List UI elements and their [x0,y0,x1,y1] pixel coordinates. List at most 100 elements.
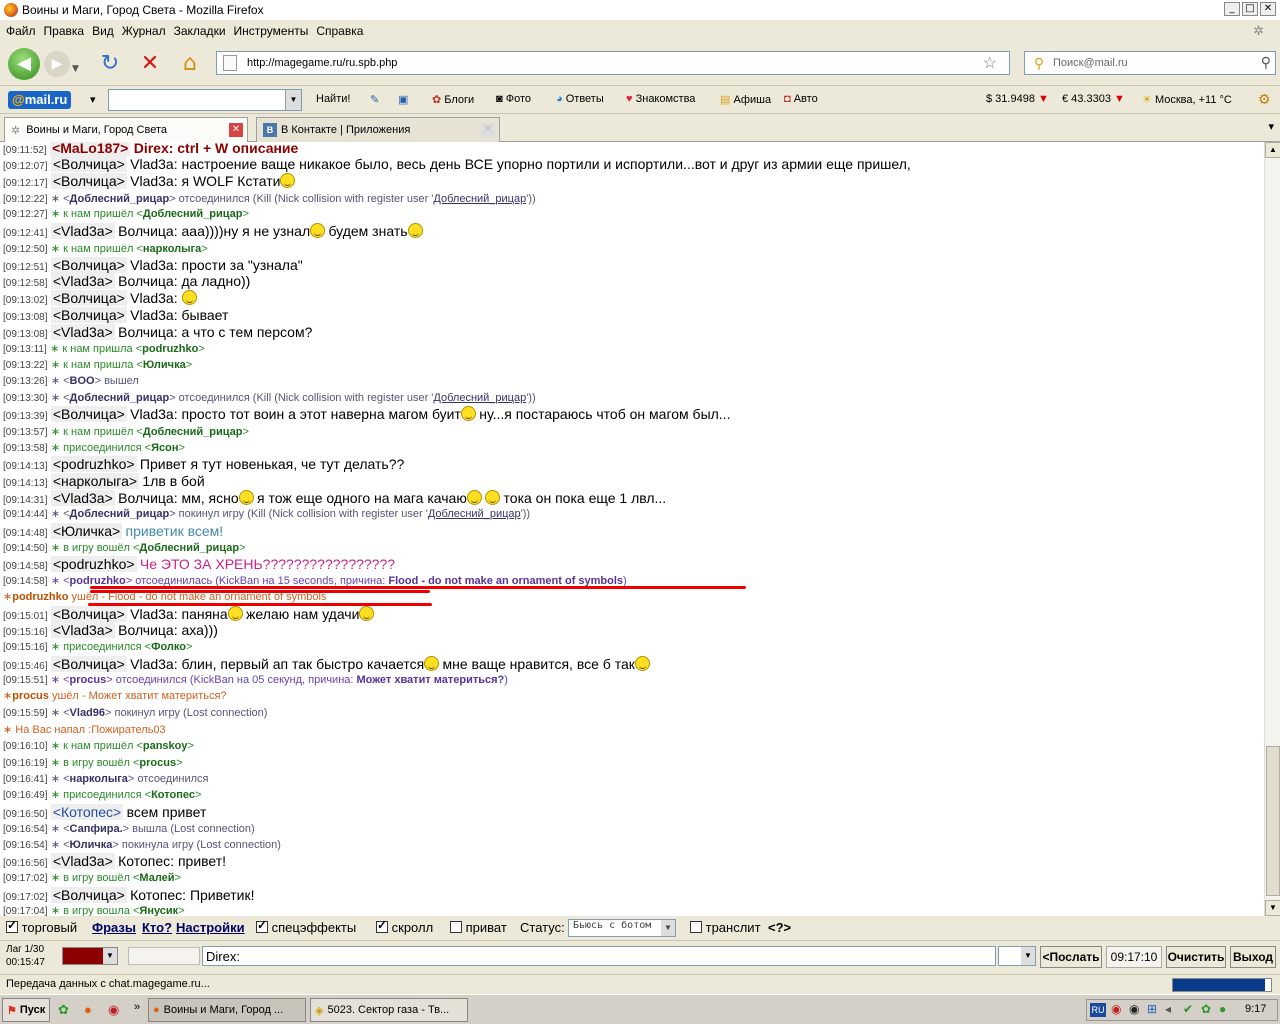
chat-nick[interactable]: procus [139,757,176,769]
forward-button[interactable]: ▶ [44,51,70,77]
trade-option[interactable]: торговый [6,918,77,935]
weather-widget[interactable]: ☀ Москва, +11 °С [1142,93,1232,106]
logo-dropdown-icon[interactable]: ▾ [90,93,96,106]
scroll-up-icon[interactable]: ▲ [1265,142,1280,158]
phrases-link[interactable]: Фразы [92,920,136,935]
chat-nick[interactable]: нарколыга [70,773,128,785]
nick-link[interactable]: Доблесний_рицар [428,508,521,520]
nick-link[interactable]: Доблесний_рицар [433,193,526,205]
chat-nick[interactable]: <Vlad3a> [50,273,115,289]
poster-link[interactable]: ▤ Афиша [720,93,771,106]
chat-nick[interactable]: <podruzhko> [50,456,137,472]
start-button[interactable]: ⚑ Пуск [2,998,50,1022]
clear-button[interactable]: Очистить [1166,946,1226,968]
chat-nick[interactable]: <Волчица> [50,656,127,672]
taskbar-window-player[interactable]: ◈ 5023. Сектор газа - Тв... [310,998,468,1022]
chat-nick[interactable]: нарколыга [143,243,201,255]
chat-nick[interactable]: procus [12,690,49,702]
tray-icon[interactable]: ✔ [1183,1002,1193,1016]
chat-nick[interactable]: Малей [139,872,174,884]
volume-icon[interactable]: ◂ [1165,1002,1171,1016]
photo-link[interactable]: ◙ Фото [496,93,531,105]
color-select[interactable]: ▼ [62,947,118,965]
chat-nick[interactable]: Сапфира. [70,823,123,835]
quicklaunch-icon[interactable]: ✿ [58,1002,69,1018]
chat-nick[interactable]: BOO [70,375,95,387]
settings-link[interactable]: Настройки [176,920,245,935]
auto-link[interactable]: ◘ Авто [784,93,818,105]
tray-icon[interactable]: ● [1219,1002,1226,1016]
blogs-link[interactable]: ✿ Блоги [432,93,474,106]
menu-edit[interactable]: Правка [44,24,85,38]
chat-nick[interactable]: podruzhko [142,343,198,355]
chat-nick[interactable]: podruzhko [12,591,68,603]
dating-link[interactable]: ♥ Знакомства [626,93,695,105]
network-icon[interactable]: ⊞ [1147,1002,1157,1016]
menu-view[interactable]: Вид [92,24,114,38]
menu-file[interactable]: Файл [6,24,36,38]
menu-tools[interactable]: Инструменты [234,24,309,38]
chat-nick[interactable]: procus [70,674,107,686]
chat-nick[interactable]: <Юличка> [50,523,123,539]
back-button[interactable]: ◀ [8,48,40,80]
chat-nick[interactable]: Vlad96 [70,707,105,719]
chat-nick[interactable]: <нарколыга> [50,473,140,489]
effects-checkbox[interactable] [256,918,268,933]
chat-nick[interactable]: Ясон [151,442,178,454]
message-input[interactable]: Direx: [202,946,996,966]
mail-search-field[interactable]: ▼ [108,89,302,111]
maximize-button[interactable]: □ [1242,2,1258,16]
answers-link[interactable]: ◕ Ответы [556,93,604,105]
search-icon[interactable]: ⚲ [1261,54,1271,71]
chat-nick[interactable]: <Волчица> [50,606,127,622]
mailru-logo[interactable]: @mail.ru [8,91,72,109]
firefox-quicklaunch-icon[interactable]: ● [84,1002,92,1017]
close-tab-icon[interactable]: ✕ [481,123,495,137]
chat-nick[interactable]: Доблесний_рицар [70,508,170,520]
chat-nick[interactable]: <Волчица> [50,173,127,189]
tab-list-icon[interactable]: ▾ [1268,120,1274,133]
stop-icon[interactable]: ✕ [136,50,164,78]
status-dropdown-icon[interactable]: ▼ [661,920,675,936]
chat-nick[interactable]: <Волчица> [50,406,127,422]
private-option[interactable]: приват [450,920,507,935]
chat-nick[interactable]: Доблесний_рицар [70,392,170,404]
nick-link[interactable]: Доблесний_рицар [433,392,526,404]
chat-nick[interactable]: <Vlad3a> [50,853,115,869]
chat-nick[interactable]: <Vlad3a> [50,622,115,638]
chat-nick[interactable]: <Волчица> [50,156,127,172]
chat-nick[interactable]: <podruzhko> [50,556,137,572]
more-quicklaunch-icon[interactable]: » [134,1001,140,1013]
menu-bookmarks[interactable]: Закладки [174,24,226,38]
help-link[interactable]: <?> [768,920,791,935]
close-tab-icon[interactable]: ✕ [229,123,243,137]
chat-nick[interactable]: <Волчица> [50,257,127,273]
send-button[interactable]: <Послать [1040,946,1102,968]
scroll-option[interactable]: скролл [376,918,433,935]
chat-nick[interactable]: Фолко [151,641,186,653]
chat-nick[interactable]: <Волчица> [50,307,127,323]
chat-nick[interactable]: Янусик [139,905,178,916]
chat-nick[interactable]: <Волчица> [50,887,127,903]
scroll-checkbox[interactable] [376,918,388,933]
minimize-button[interactable]: _ [1224,2,1240,16]
mail-find-button[interactable]: Найти! [316,93,350,105]
tray-icon[interactable]: ◉ [1129,1002,1139,1016]
tab-vkontakte[interactable]: B В Контакте | Приложения ✕ [256,117,500,142]
chat-nick[interactable]: Доблесний_рицар [139,542,239,554]
chat-nick[interactable]: panskoy [143,740,188,752]
history-dropdown-icon[interactable]: ▼ [72,55,79,83]
translit-checkbox[interactable] [690,921,702,933]
chat-scrollbar[interactable]: ▲ ▼ [1264,142,1280,916]
chat-nick[interactable]: <Vlad3a> [50,324,115,340]
chat-nick[interactable]: Доблесний_рицар [70,193,170,205]
chat-nick[interactable]: Доблесний_рицар [143,426,243,438]
recipient-select[interactable]: ▼ [998,946,1036,966]
status-select[interactable]: Бьюсь с ботом ▼ [568,919,676,937]
chat-nick[interactable]: <Волчица> [50,290,127,306]
scroll-thumb[interactable] [1266,746,1280,896]
opera-quicklaunch-icon[interactable]: ◉ [108,1002,119,1018]
url-bar[interactable]: http://magegame.ru/ru.spb.php ☆ [216,51,1010,75]
chat-nick[interactable]: <Котопес> [50,804,124,820]
chat-nick[interactable]: Котопес [151,789,195,801]
